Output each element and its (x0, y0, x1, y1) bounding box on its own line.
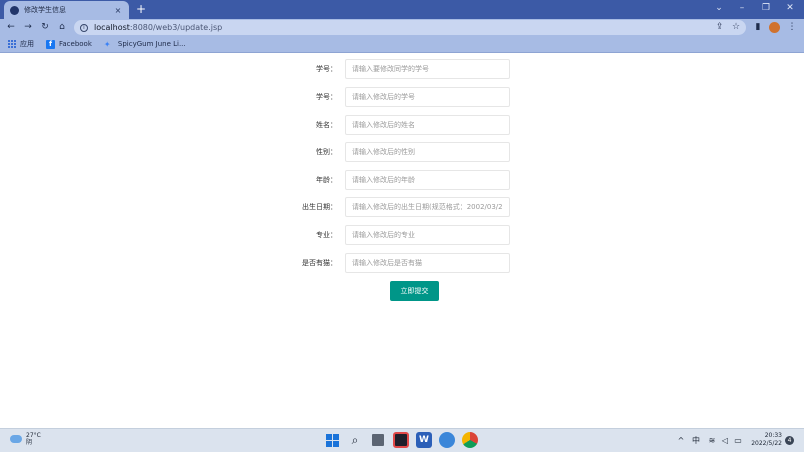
new-id-input[interactable] (345, 87, 510, 107)
bookmark-spicygum[interactable]: ✦ SpicyGum June Li... (104, 40, 186, 49)
bookmark-label: 应用 (20, 40, 34, 48)
gender-input[interactable] (345, 142, 510, 162)
has-cat-label: 是否有猫： (302, 259, 337, 267)
form-row-birthdate: 出生日期： (0, 197, 804, 217)
bookmark-label: Facebook (59, 40, 92, 48)
url-host: localhost (94, 23, 130, 32)
tab-search-icon[interactable]: ⌄ (708, 0, 730, 19)
apps-grid-icon (8, 40, 16, 48)
gender-label: 性别： (316, 148, 337, 156)
word-icon[interactable]: W (416, 432, 432, 448)
new-id-label: 学号： (316, 93, 337, 101)
close-tab-icon[interactable]: × (113, 6, 123, 15)
address-bar[interactable]: i localhost:8080/web3/update.jsp ⇪ ☆ (74, 20, 746, 35)
tab-strip: 修改学生信息 × + ⌄ – ❐ ✕ (0, 0, 804, 19)
reload-icon[interactable]: ↻ (38, 19, 52, 36)
spicygum-icon: ✦ (103, 39, 111, 49)
facebook-icon: f (46, 39, 55, 49)
home-icon[interactable]: ⌂ (55, 19, 69, 36)
name-label: 姓名： (316, 121, 337, 129)
weather-condition: 阴 (26, 439, 33, 446)
chrome-icon[interactable] (462, 432, 478, 448)
clock[interactable]: 20:33 2022/5/22 (748, 432, 782, 448)
temperature: 27°C (26, 432, 41, 439)
submit-button[interactable]: 立即提交 (390, 281, 439, 301)
site-info-icon[interactable]: i (80, 23, 88, 32)
old-id-input[interactable] (345, 59, 510, 79)
ime-indicator[interactable]: 中 (690, 429, 702, 453)
globe-icon (10, 5, 19, 15)
birthdate-label: 出生日期： (302, 203, 337, 211)
url-path: :8080/web3/update.jsp (129, 23, 223, 32)
tray-chevron-icon[interactable]: ^ (676, 429, 686, 453)
notification-badge[interactable]: 4 (785, 436, 794, 445)
task-view-icon[interactable] (370, 432, 386, 448)
side-panel-icon[interactable]: ▮ (752, 19, 764, 36)
age-label: 年龄： (316, 176, 337, 184)
cloud-icon (10, 435, 22, 443)
major-input[interactable] (345, 225, 510, 245)
wifi-icon[interactable]: ≋ (706, 429, 718, 453)
bookmark-facebook[interactable]: f Facebook (46, 39, 92, 49)
battery-icon[interactable]: ▭ (732, 429, 744, 453)
forward-icon[interactable]: → (21, 19, 35, 36)
old-id-label: 学号： (316, 65, 337, 73)
start-icon[interactable] (324, 432, 340, 448)
volume-icon[interactable]: ◁ (719, 429, 731, 453)
back-icon[interactable]: ← (4, 19, 18, 36)
bookmark-apps[interactable]: 应用 (8, 39, 34, 49)
menu-icon[interactable]: ⋮ (786, 19, 798, 36)
intellij-icon[interactable] (393, 432, 409, 448)
tab-title: 修改学生信息 (24, 6, 66, 14)
form-row-has-cat: 是否有猫： (0, 253, 804, 273)
bookmark-star-icon[interactable]: ☆ (732, 20, 740, 35)
profile-avatar[interactable] (769, 22, 780, 33)
name-input[interactable] (345, 115, 510, 135)
has-cat-input[interactable] (345, 253, 510, 273)
edge-icon[interactable] (439, 432, 455, 448)
search-icon[interactable]: ⌕ (347, 432, 363, 448)
browser-tab[interactable]: 修改学生信息 × (4, 1, 129, 19)
form-row-major: 专业： (0, 225, 804, 245)
major-label: 专业： (316, 231, 337, 239)
taskbar: 27°C 阴 ⌕ W ^ 中 ≋ ◁ ▭ 20:33 2022/5/22 4 (0, 428, 804, 452)
minimize-icon[interactable]: – (731, 0, 753, 19)
weather-widget[interactable]: 27°C 阴 (10, 432, 41, 446)
form-row-old-id: 学号： (0, 59, 804, 79)
form-row-name: 姓名： (0, 115, 804, 135)
clock-time: 20:33 (764, 432, 782, 439)
update-student-page: 学号： 学号： 姓名： 性别： 年龄： 出生日期： 专业： 是否有猫： 立即提交 (0, 54, 804, 428)
form-row-gender: 性别： (0, 142, 804, 162)
share-icon[interactable]: ⇪ (716, 20, 724, 35)
age-input[interactable] (345, 170, 510, 190)
form-row-age: 年龄： (0, 170, 804, 190)
restore-icon[interactable]: ❐ (755, 0, 777, 19)
bookmark-label: SpicyGum June Li... (117, 40, 186, 48)
bookmarks-bar: 应用 f Facebook ✦ SpicyGum June Li... (0, 36, 804, 53)
form-row-new-id: 学号： (0, 87, 804, 107)
browser-toolbar: ← → ↻ ⌂ i localhost:8080/web3/update.jsp… (0, 19, 804, 36)
birthdate-input[interactable] (345, 197, 510, 217)
clock-date: 2022/5/22 (751, 440, 782, 447)
close-window-icon[interactable]: ✕ (779, 0, 801, 19)
new-tab-button[interactable]: + (134, 1, 148, 17)
